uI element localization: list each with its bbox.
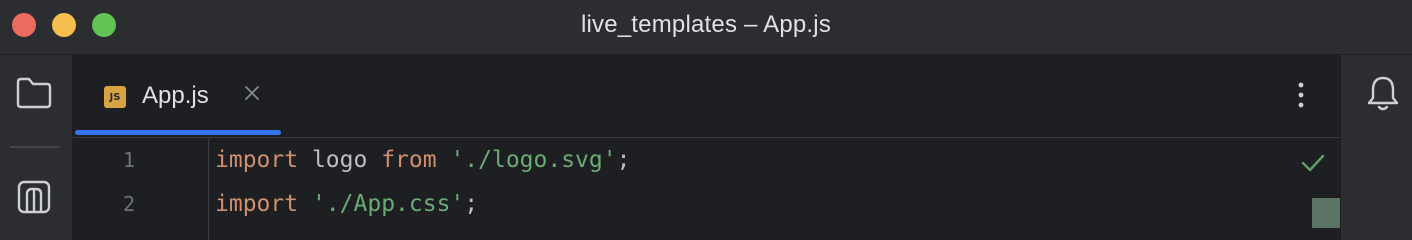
more-vertical-icon [1298, 82, 1304, 113]
line-content: import './App.css'; [215, 182, 478, 226]
scrollbar-marker[interactable] [1312, 198, 1340, 228]
punctuation-token: ; [616, 147, 631, 173]
punctuation-token: ; [464, 191, 479, 217]
tab-app-js[interactable]: JS App.js [75, 55, 281, 137]
close-icon [243, 84, 261, 107]
bell-icon [1366, 74, 1400, 117]
keyword-token: from [381, 147, 437, 173]
editor-area: JS App.js 1 import logo from './logo.svg… [73, 55, 1340, 240]
line-content: import logo from './logo.svg'; [215, 138, 630, 182]
line-number: 2 [122, 192, 135, 216]
check-icon [1300, 154, 1326, 180]
tab-label: App.js [142, 82, 209, 109]
project-tool-button[interactable] [14, 75, 54, 115]
tab-options-button[interactable] [1289, 82, 1313, 112]
structure-icon [16, 179, 52, 220]
structure-tool-button[interactable] [14, 179, 54, 219]
keyword-token: import [215, 191, 299, 217]
left-tool-strip [0, 55, 73, 240]
keyword-token: import [215, 147, 299, 173]
line-number: 1 [122, 148, 135, 172]
ide-window: live_templates – App.js JS App.js 1 impo… [0, 0, 1412, 240]
tab-close-button[interactable] [241, 84, 263, 106]
inspection-status-button[interactable] [1300, 152, 1326, 174]
string-token: './App.css' [311, 191, 465, 217]
code-line[interactable]: 1 import logo from './logo.svg'; [73, 138, 1340, 182]
javascript-file-icon: JS [104, 86, 126, 108]
string-token: './logo.svg' [450, 147, 617, 173]
code-editor[interactable]: 1 import logo from './logo.svg'; 2 impor… [73, 138, 1340, 240]
title-bar: live_templates – App.js [0, 0, 1412, 55]
window-title: live_templates – App.js [580, 11, 832, 38]
identifier-token: logo [298, 147, 382, 173]
code-line[interactable]: 2 import './App.css'; [73, 182, 1340, 226]
active-tab-indicator [75, 130, 281, 135]
right-tool-strip [1340, 55, 1412, 240]
tool-strip-separator [10, 146, 60, 148]
notifications-button[interactable] [1363, 75, 1403, 115]
folder-icon [15, 76, 53, 115]
editor-tab-bar: JS App.js [73, 55, 1340, 138]
